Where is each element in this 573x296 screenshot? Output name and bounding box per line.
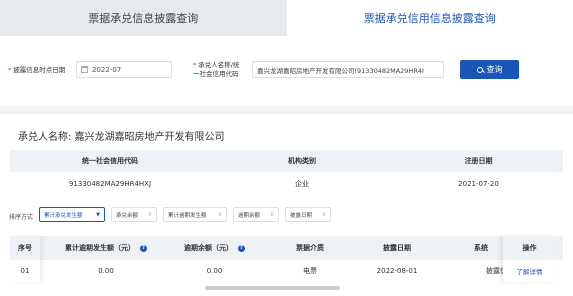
tab-credit-disclosure[interactable]: 票据承兑信用信息披露查询: [286, 0, 573, 36]
sort-overdue-balance[interactable]: 逾期余额 ⇕: [233, 207, 279, 222]
header-reg-date: 注册日期: [464, 157, 493, 165]
sort-accepted-total[interactable]: 累计承兑发生额 ▼: [39, 207, 105, 222]
sort-option-label: 累计逾期发生额: [168, 212, 207, 219]
date-value: 2022-07: [92, 65, 122, 74]
date-label: * 披露信息时点日期: [8, 66, 66, 74]
grid-header: 累计逾期发生额（元）? 逾期余额（元）? 票据介质 披露日期 系统: [10, 236, 563, 260]
header-credit-code: 统一社会信用代码: [82, 157, 138, 165]
sort-label: 排序方式: [9, 214, 34, 221]
credit-code-value: 91330482MA29HR4HXJ: [68, 180, 152, 188]
acceptor-title: 承兑人名称: 嘉兴龙湖嘉昭房地产开发有限公司: [18, 132, 225, 143]
view-details-link[interactable]: 了解详情: [503, 260, 556, 282]
table-row: 0.00 0.00 电票 2022-08-01 披露信息与: [10, 260, 563, 282]
section-divider: [0, 106, 573, 114]
tab-acceptance-disclosure[interactable]: 票据承兑信息披露查询: [0, 0, 287, 36]
header-disclosure-date: 披露日期: [383, 244, 411, 252]
sort-arrows-icon: ⇕: [321, 211, 326, 218]
query-button[interactable]: 查询: [460, 60, 519, 79]
acceptor-label: * 承兑人名称/统 一社会信用代码: [193, 61, 240, 78]
search-icon: [476, 66, 483, 73]
header-overdue-total: 累计逾期发生额（元）?: [50, 236, 162, 260]
seq-value: 01: [10, 260, 40, 282]
caret-down-icon: ▼: [96, 211, 100, 218]
header-org-type: 机构类别: [288, 157, 316, 165]
seq-column: 序号 01: [10, 236, 40, 282]
overdue-balance-value: 0.00: [206, 267, 223, 275]
reg-date-value: 2021-07-20: [458, 180, 499, 188]
info-table-header: 统一社会信用代码 机构类别 注册日期: [10, 150, 563, 172]
disclosure-date-value: 2022-08-01: [376, 267, 418, 275]
help-icon[interactable]: ?: [140, 244, 147, 252]
date-picker[interactable]: 2022-07: [76, 61, 172, 78]
header-overdue-balance: 逾期余额（元）?: [162, 236, 267, 260]
sort-option-label: 披露日期: [290, 212, 313, 219]
sort-overdue-total[interactable]: 累计逾期发生额 ⇕: [163, 207, 227, 222]
sort-option-label: 逾期余额: [238, 212, 261, 219]
horizontal-scrollbar[interactable]: [205, 286, 340, 290]
sort-accepted-balance[interactable]: 承兑余额 ⇕: [111, 207, 157, 222]
info-table-row: 91330482MA29HR4HXJ 企业 2021-07-20: [10, 174, 563, 194]
sort-arrows-icon: ⇕: [217, 211, 222, 218]
header-overdue-balance-label: 逾期余额（元）: [184, 244, 233, 252]
header-seq: 序号: [10, 236, 40, 260]
sort-option-label: 承兑余额: [116, 212, 139, 219]
org-type-value: 企业: [295, 180, 309, 188]
action-column: 操作 了解详情: [503, 236, 556, 282]
query-button-label: 查询: [486, 65, 503, 74]
sort-option-label: 累计承兑发生额: [44, 212, 83, 219]
sort-arrows-icon: ⇕: [147, 211, 152, 218]
sort-arrows-icon: ⇕: [269, 211, 274, 218]
acceptor-input[interactable]: 嘉兴龙湖嘉昭房地产开发有限公司(91330482MA29HR4I: [252, 61, 444, 78]
sort-disclosure-date[interactable]: 披露日期 ⇕: [285, 207, 331, 222]
tab-bar: 票据承兑信息披露查询 票据承兑信用信息披露查询: [0, 0, 573, 36]
help-icon[interactable]: ?: [238, 244, 245, 252]
header-medium: 票据介质: [296, 244, 324, 252]
acceptor-input-value: 嘉兴龙湖嘉昭房地产开发有限公司(91330482MA29HR4I: [257, 66, 424, 75]
medium-value: 电票: [303, 267, 317, 275]
overdue-total-value: 0.00: [98, 267, 114, 275]
header-overdue-total-label: 累计逾期发生额（元）: [65, 244, 135, 252]
calendar-icon: [81, 66, 88, 73]
header-action: 操作: [503, 236, 556, 260]
